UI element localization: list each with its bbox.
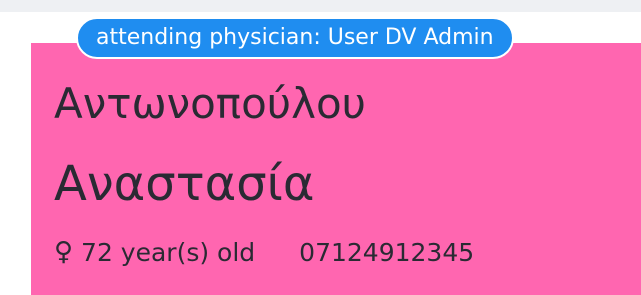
patient-details: ♀ 72 year(s) old 07124912345 [54,235,474,269]
attending-physician-badge: attending physician: User DV Admin [76,17,514,59]
patient-age: 72 year(s) old [81,237,256,267]
patient-phone: 07124912345 [299,237,475,267]
patient-first-name: Αναστασία [54,156,315,212]
top-strip [0,0,641,12]
female-icon: ♀ [54,237,74,267]
patient-last-name: Αντωνοπούλου [54,79,366,128]
